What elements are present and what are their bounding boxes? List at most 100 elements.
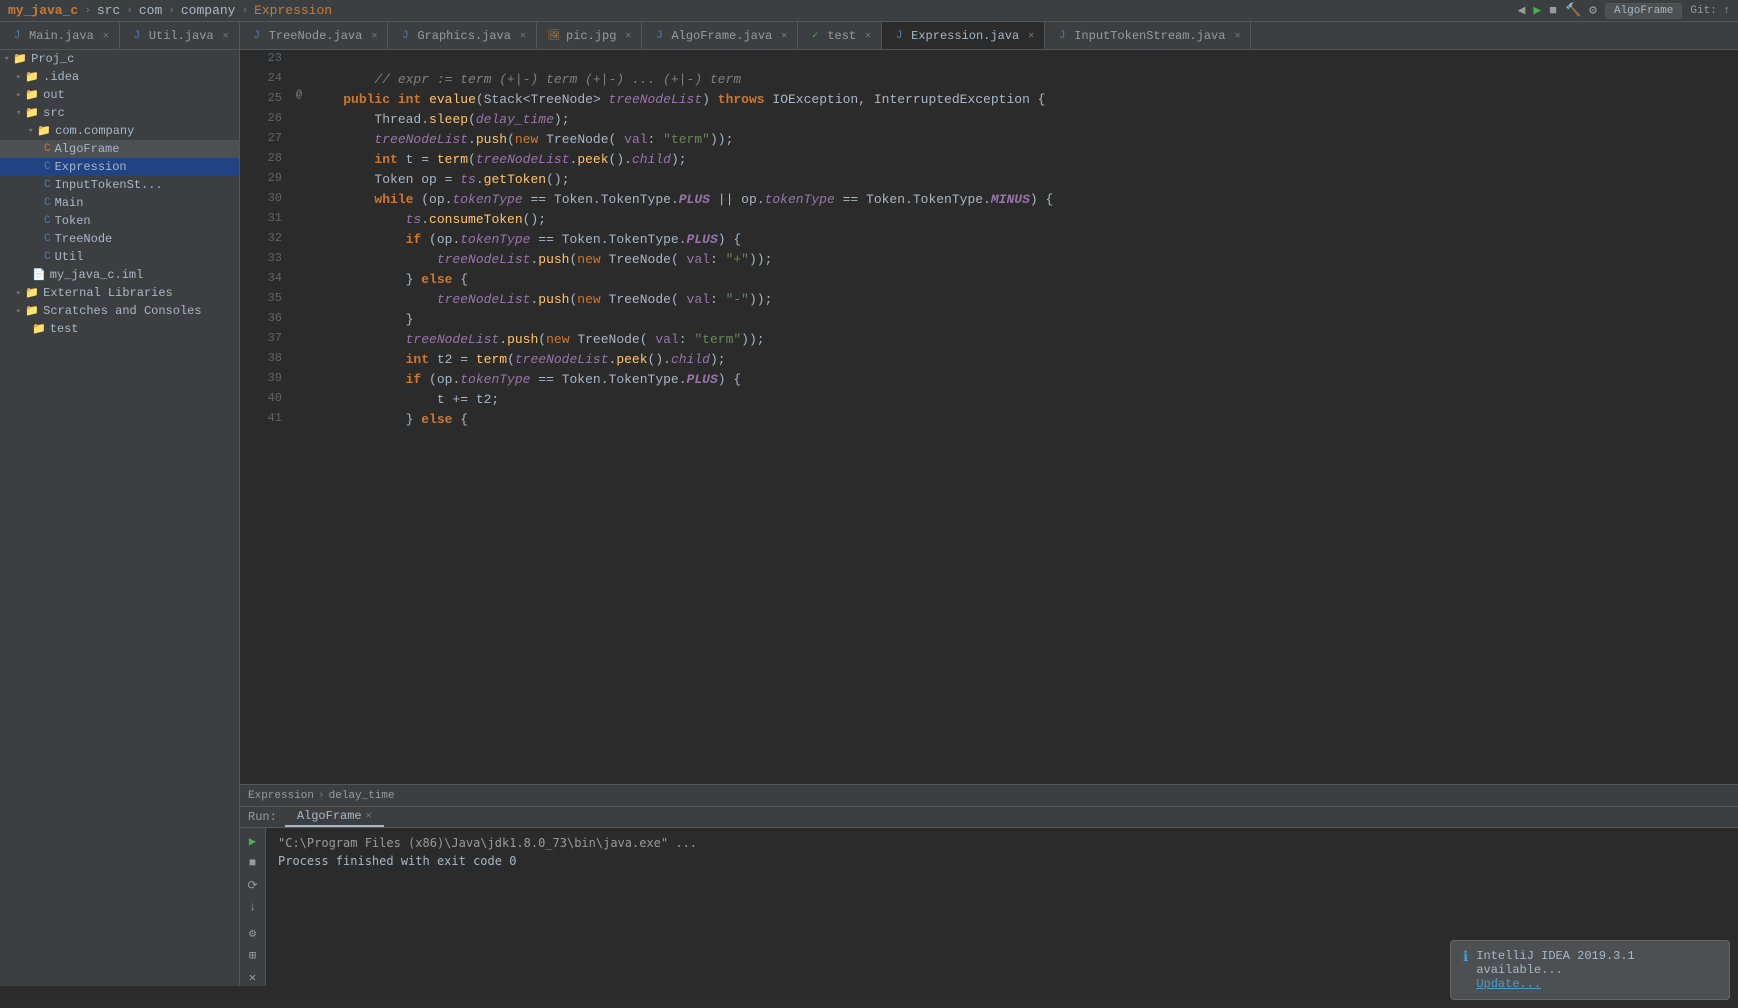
back-icon[interactable]: ◀ <box>1517 3 1525 18</box>
java-icon: J <box>250 29 264 43</box>
stop-icon[interactable]: ■ <box>1549 3 1557 18</box>
tab-close-icon[interactable]: ✕ <box>1028 30 1034 42</box>
sidebar-item-inputtokenstream[interactable]: C InputTokenSt... <box>0 176 239 194</box>
tab-treenode-java[interactable]: J TreeNode.java ✕ <box>240 22 389 49</box>
tab-close-icon[interactable]: ✕ <box>781 30 787 42</box>
notification-panel: ℹ IntelliJ IDEA 2019.3.1 available... Up… <box>1450 940 1730 1000</box>
java-class-icon: C <box>44 179 51 191</box>
method-push2: push <box>538 252 569 267</box>
type-ioexception: IOException <box>772 92 858 107</box>
arrow-icon: ▸ <box>16 288 21 298</box>
field-tokentype3: tokenType <box>460 232 530 247</box>
run-tab-close-icon[interactable]: ✕ <box>366 810 372 822</box>
sidebar-item-label: src <box>43 106 65 120</box>
sidebar-item-iml[interactable]: 📄 my_java_c.iml <box>0 266 239 284</box>
tab-test[interactable]: ✓ test ✕ <box>798 22 882 49</box>
run-layout-icon[interactable]: ⊞ <box>244 946 262 964</box>
java-class-icon: C <box>44 233 51 245</box>
line-number: 24 <box>240 70 290 85</box>
tab-close-icon[interactable]: ✕ <box>520 30 526 42</box>
sidebar-item-scratches[interactable]: ▸ 📁 Scratches and Consoles <box>0 302 239 320</box>
sep4: › <box>241 5 248 17</box>
keyword-if: if <box>406 232 422 247</box>
tab-pic-jpg[interactable]: 🖼 pic.jpg ✕ <box>537 22 642 49</box>
sidebar-item-algoframe[interactable]: C AlgoFrame <box>0 140 239 158</box>
line-code: int t2 = term(treeNodeList.peek().child)… <box>308 350 1738 370</box>
sidebar-item-proj[interactable]: ▾ 📁 Proj_c <box>0 50 239 68</box>
line-number: 39 <box>240 370 290 385</box>
sidebar-item-external-libs[interactable]: ▸ 📁 External Libraries <box>0 284 239 302</box>
tab-graphics-java[interactable]: J Graphics.java ✕ <box>388 22 537 49</box>
sidebar-item-label: External Libraries <box>43 286 173 300</box>
field-treenodelist2: treeNodeList <box>476 152 570 167</box>
line-number: 36 <box>240 310 290 325</box>
sidebar-item-test[interactable]: 📁 test <box>0 320 239 338</box>
field-delay-time: delay_time <box>476 112 554 127</box>
type-token3: Token <box>866 192 905 207</box>
sidebar-item-treenode[interactable]: C TreeNode <box>0 230 239 248</box>
tab-close-icon[interactable]: ✕ <box>371 30 377 42</box>
tab-close-icon[interactable]: ✕ <box>1234 30 1240 42</box>
line-number: 25 <box>240 90 290 105</box>
tab-main-java[interactable]: J Main.java ✕ <box>0 22 120 49</box>
tab-inputtokenstream-java[interactable]: J InputTokenStream.java ✕ <box>1045 22 1251 49</box>
tab-close-icon[interactable]: ✕ <box>103 30 109 42</box>
field-child: child <box>632 152 671 167</box>
line-number: 41 <box>240 410 290 425</box>
tab-close-icon[interactable]: ✕ <box>223 30 229 42</box>
tab-util-java[interactable]: J Util.java ✕ <box>120 22 240 49</box>
sidebar-item-idea[interactable]: ▸ 📁 .idea <box>0 68 239 86</box>
run-tab-algoframe[interactable]: AlgoFrame ✕ <box>285 807 384 827</box>
folder-icon: 📁 <box>37 124 51 138</box>
line-code: if (op.tokenType == Token.TokenType.PLUS… <box>308 230 1738 250</box>
code-line-25: 25 @ public int evalue(Stack<TreeNode> t… <box>240 90 1738 110</box>
keyword-int2: int <box>406 352 429 367</box>
run-scroll-icon[interactable]: ⟳ <box>244 876 262 894</box>
run-tab-label: AlgoFrame <box>297 809 362 823</box>
notification-update-link[interactable]: Update... <box>1476 977 1541 991</box>
breadcrumb-expression: Expression <box>248 790 314 802</box>
sidebar-item-main[interactable]: C Main <box>0 194 239 212</box>
param-treeNodeList: treeNodeList <box>609 92 703 107</box>
method-term: term <box>437 152 468 167</box>
build-icon[interactable]: 🔨 <box>1565 3 1581 18</box>
keyword-throws: throws <box>718 92 765 107</box>
run-label[interactable]: Run: <box>240 810 285 824</box>
field-tokentype: tokenType <box>452 192 522 207</box>
tab-close-icon[interactable]: ✕ <box>865 30 871 42</box>
run-stop-icon[interactable]: ■ <box>244 854 262 872</box>
run-play-icon[interactable]: ▶ <box>244 832 262 850</box>
code-line-31: 31 ts.consumeToken(); <box>240 210 1738 230</box>
sidebar-item-expression[interactable]: C Expression <box>0 158 239 176</box>
line-number: 26 <box>240 110 290 125</box>
code-editor[interactable]: 23 24 // expr := term (+|-) term (+|-) .… <box>240 50 1738 784</box>
settings-icon[interactable]: ⚙ <box>1589 3 1597 18</box>
tab-close-icon[interactable]: ✕ <box>625 30 631 42</box>
algoframe-dropdown[interactable]: AlgoFrame <box>1605 3 1682 19</box>
run-down-icon[interactable]: ↓ <box>244 898 262 916</box>
method-peek2: peek <box>616 352 647 367</box>
sidebar-item-util[interactable]: C Util <box>0 248 239 266</box>
tab-expression-java[interactable]: J Expression.java ✕ <box>882 22 1045 49</box>
folder-icon: 📁 <box>25 88 39 102</box>
code-line-28: 28 int t = term(treeNodeList.peek().chil… <box>240 150 1738 170</box>
sidebar-item-src[interactable]: ▾ 📁 src <box>0 104 239 122</box>
line-code: } else { <box>308 410 1738 430</box>
sidebar-item-token[interactable]: C Token <box>0 212 239 230</box>
code-line-29: 29 Token op = ts.getToken(); <box>240 170 1738 190</box>
run-icon[interactable]: ▶ <box>1533 3 1541 18</box>
param-val2: val <box>687 252 710 267</box>
const-minus: MINUS <box>991 192 1030 207</box>
sidebar-item-company[interactable]: ▾ 📁 com.company <box>0 122 239 140</box>
folder-icon: 📁 <box>25 70 39 84</box>
code-line-39: 39 if (op.tokenType == Token.TokenType.P… <box>240 370 1738 390</box>
tab-algoframe-java[interactable]: J AlgoFrame.java ✕ <box>642 22 798 49</box>
sidebar-item-label: Token <box>55 214 91 228</box>
java-class-icon: C <box>44 197 51 209</box>
sidebar-item-label: .idea <box>43 70 79 84</box>
line-number: 35 <box>240 290 290 305</box>
sidebar-item-out[interactable]: ▸ 📁 out <box>0 86 239 104</box>
run-close-icon[interactable]: ✕ <box>244 968 262 986</box>
type-token5: Token <box>562 372 601 387</box>
run-settings-icon[interactable]: ⚙ <box>244 924 262 942</box>
